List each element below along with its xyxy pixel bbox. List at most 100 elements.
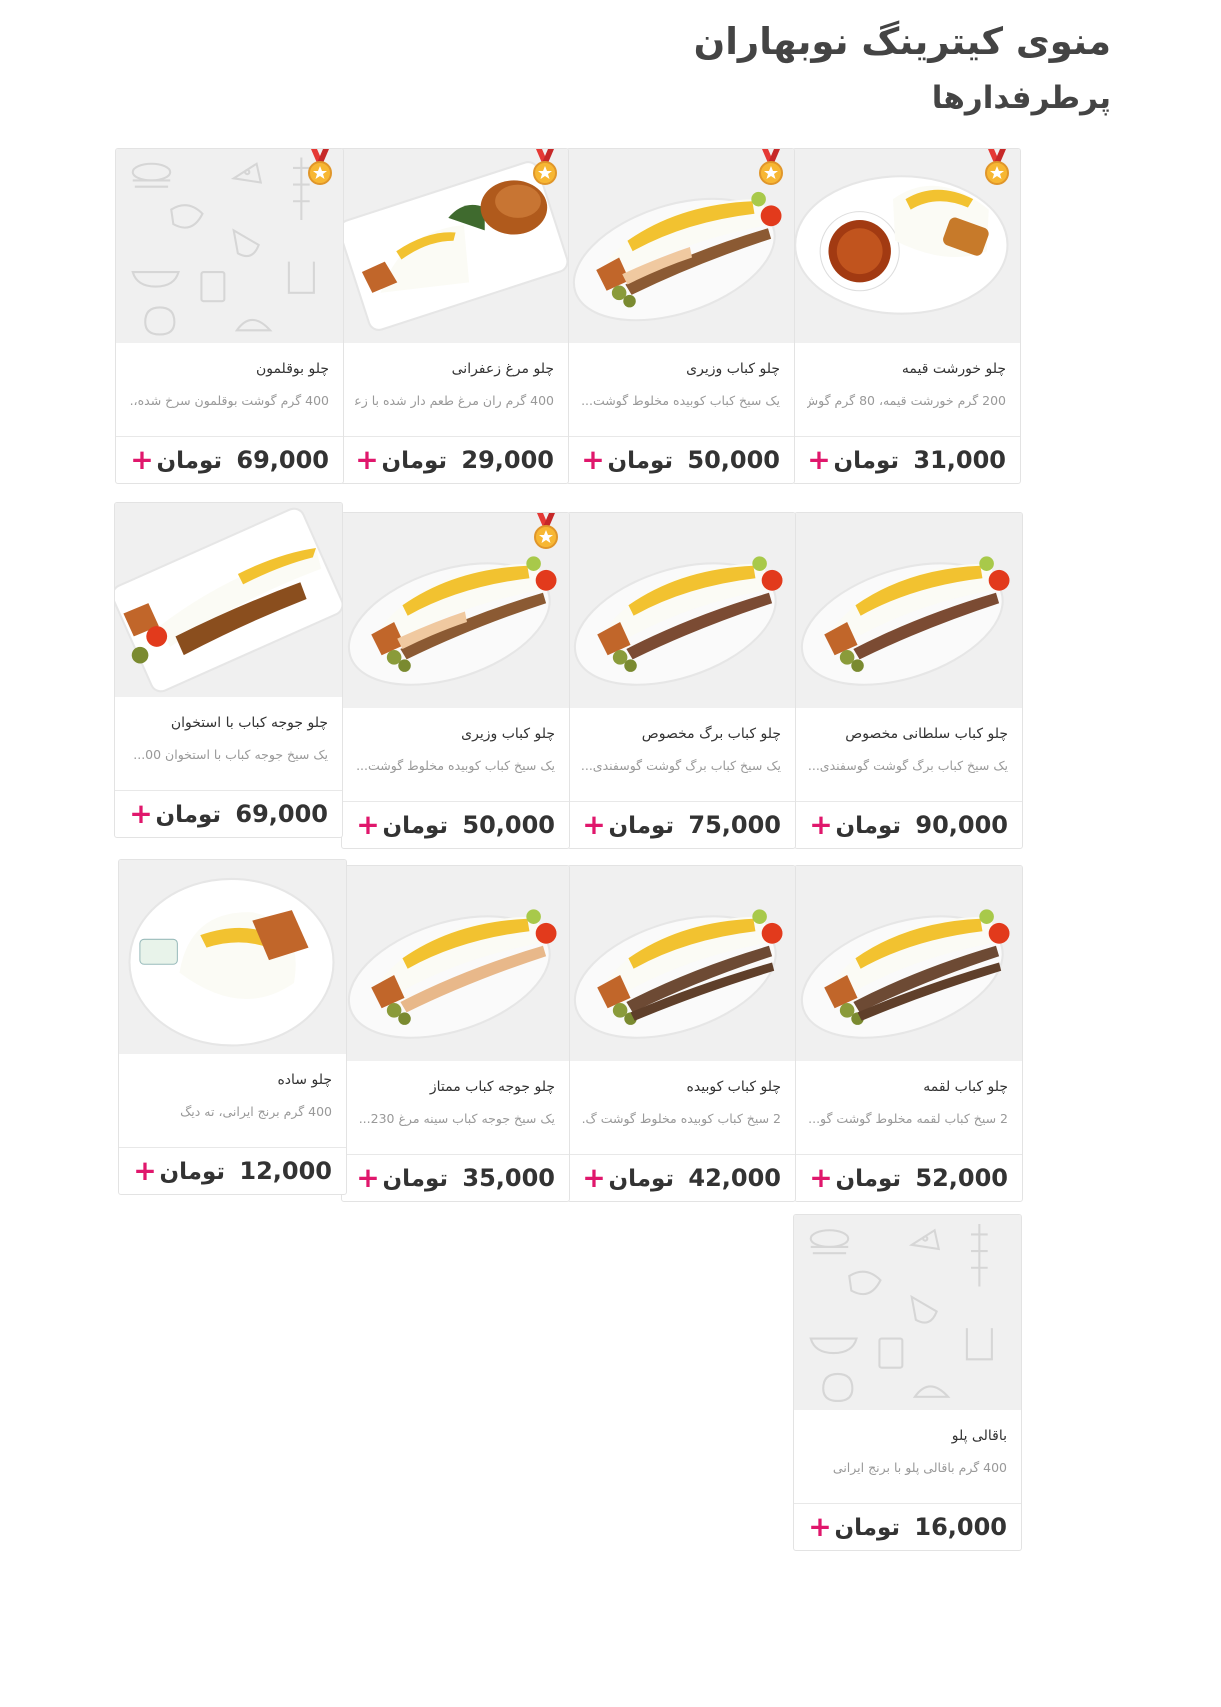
price-value: 52,000 xyxy=(915,1164,1008,1192)
price-currency: تومان xyxy=(382,813,449,839)
add-to-cart-button[interactable]: + xyxy=(130,446,154,474)
item-description: 2 سیخ کباب لقمه مخلوط گوشت گو... xyxy=(809,1111,1008,1126)
item-footer: 50,000 تومان + xyxy=(342,801,569,848)
add-to-cart-button[interactable]: + xyxy=(133,1157,157,1185)
menu-item-card[interactable]: چلو خورشت قیمه 200 گرم خورشت قیمه، 80 گر… xyxy=(792,148,1021,484)
food-image[interactable] xyxy=(115,503,342,697)
add-to-cart-button[interactable]: + xyxy=(809,1164,833,1192)
popular-medal-icon xyxy=(985,149,1009,185)
item-description: 400 گرم گوشت بوقلمون سرخ شده،... xyxy=(130,393,329,408)
item-description: یک سیخ کباب برگ گوشت گوسفندی... xyxy=(582,758,781,773)
item-info: باقالی پلو 400 گرم باقالی پلو با برنج ای… xyxy=(794,1410,1021,1503)
item-title: باقالی پلو xyxy=(951,1428,1007,1444)
food-image[interactable] xyxy=(795,513,1022,708)
item-title: چلو بوقلمون xyxy=(255,361,329,377)
chicken-kebab-illustration xyxy=(347,909,557,1039)
price-value: 75,000 xyxy=(688,811,781,839)
chicken-bone-kebab-illustration xyxy=(115,507,342,693)
price-value: 90,000 xyxy=(915,811,1008,839)
item-price: 31,000 تومان xyxy=(833,446,1006,474)
price-currency: تومان xyxy=(835,813,902,839)
item-price: 69,000 تومان xyxy=(156,446,329,474)
item-footer: 35,000 تومان + xyxy=(342,1154,569,1201)
add-to-cart-button[interactable]: + xyxy=(809,811,833,839)
price-value: 42,000 xyxy=(688,1164,781,1192)
food-image[interactable] xyxy=(794,1215,1021,1410)
menu-page: منوی کیترینگ نوبهاران پرطرفدارها چلو خور… xyxy=(0,0,1221,1707)
item-description: 400 گرم ران مرغ طعم دار شده با زعف... xyxy=(355,393,554,408)
item-price: 29,000 تومان xyxy=(381,446,554,474)
popular-medal-icon xyxy=(534,513,558,549)
item-description: یک سیخ جوجه کباب سینه مرغ 230... xyxy=(358,1111,555,1126)
item-title: چلو کباب لقمه xyxy=(923,1079,1008,1095)
item-price: 12,000 تومان xyxy=(159,1157,332,1185)
menu-item-card[interactable]: چلو کباب وزیری یک سیخ کباب کوبیده مخلوط … xyxy=(566,148,795,484)
item-footer: 50,000 تومان + xyxy=(567,436,794,483)
item-title: چلو کباب کوبیده xyxy=(686,1079,781,1095)
kebab-koobideh-illustration xyxy=(800,909,1010,1039)
food-image[interactable] xyxy=(567,149,794,343)
page-header: منوی کیترینگ نوبهاران پرطرفدارها xyxy=(694,18,1111,122)
menu-item-card[interactable]: چلو جوجه کباب با استخوان یک سیخ جوجه کبا… xyxy=(114,502,343,838)
item-info: چلو کباب وزیری یک سیخ کباب کوبیده مخلوط … xyxy=(567,343,794,436)
kebab-koobideh-illustration xyxy=(573,909,783,1039)
food-image[interactable] xyxy=(568,513,795,708)
add-to-cart-button[interactable]: + xyxy=(356,1164,380,1192)
item-description: یک سیخ کباب برگ گوشت گوسفندی... xyxy=(809,758,1008,773)
item-footer: 42,000 تومان + xyxy=(568,1154,795,1201)
food-image[interactable] xyxy=(342,866,569,1061)
menu-item-card[interactable]: چلو کباب کوبیده 2 سیخ کباب کوبیده مخلوط … xyxy=(567,865,796,1202)
add-to-cart-button[interactable]: + xyxy=(355,446,379,474)
food-image[interactable] xyxy=(568,866,795,1061)
menu-item-card[interactable]: چلو کباب لقمه 2 سیخ کباب لقمه مخلوط گوشت… xyxy=(794,865,1023,1202)
add-to-cart-button[interactable]: + xyxy=(581,446,605,474)
item-title: چلو کباب سلطانی مخصوص xyxy=(845,726,1008,742)
item-description: 2 سیخ کباب کوبیده مخلوط گوشت گ... xyxy=(582,1111,781,1126)
item-description: 400 گرم باقالی پلو با برنج ایرانی xyxy=(832,1460,1007,1475)
item-footer: 12,000 تومان + xyxy=(119,1147,346,1194)
add-to-cart-button[interactable]: + xyxy=(582,811,606,839)
item-footer: 90,000 تومان + xyxy=(795,801,1022,848)
item-info: چلو جوجه کباب ممتاز یک سیخ جوجه کباب سین… xyxy=(342,1061,569,1154)
price-currency: تومان xyxy=(159,1159,226,1185)
food-image[interactable] xyxy=(795,866,1022,1061)
item-footer: 16,000 تومان + xyxy=(794,1503,1021,1550)
food-image[interactable] xyxy=(119,860,346,1054)
menu-item-card[interactable]: چلو مرغ زعفرانی 400 گرم ران مرغ طعم دار … xyxy=(340,148,569,484)
menu-item-card[interactable]: چلو کباب برگ مخصوص یک سیخ کباب برگ گوشت … xyxy=(567,512,796,849)
add-to-cart-button[interactable]: + xyxy=(356,811,380,839)
item-info: چلو کباب برگ مخصوص یک سیخ کباب برگ گوشت … xyxy=(568,708,795,801)
food-image[interactable] xyxy=(342,513,569,708)
menu-item-card[interactable]: چلو جوجه کباب ممتاز یک سیخ جوجه کباب سین… xyxy=(341,865,570,1202)
price-value: 31,000 xyxy=(913,446,1006,474)
menu-item-card[interactable]: چلو بوقلمون 400 گرم گوشت بوقلمون سرخ شده… xyxy=(115,148,344,484)
add-to-cart-button[interactable]: + xyxy=(807,446,831,474)
item-price: 16,000 تومان xyxy=(834,1513,1007,1541)
add-to-cart-button[interactable]: + xyxy=(582,1164,606,1192)
item-info: چلو کباب کوبیده 2 سیخ کباب کوبیده مخلوط … xyxy=(568,1061,795,1154)
food-image[interactable] xyxy=(341,149,568,343)
item-description: 400 گرم برنج ایرانی، ته دیگ xyxy=(180,1104,332,1119)
price-value: 35,000 xyxy=(462,1164,555,1192)
add-to-cart-button[interactable]: + xyxy=(129,800,153,828)
plain-rice-illustration xyxy=(128,877,335,1047)
item-title: چلو کباب وزیری xyxy=(686,361,780,377)
menu-item-card[interactable]: چلو کباب وزیری یک سیخ کباب کوبیده مخلوط … xyxy=(341,512,570,849)
item-footer: 29,000 تومان + xyxy=(341,436,568,483)
popular-medal-icon xyxy=(759,149,783,185)
item-title: چلو جوجه کباب ممتاز xyxy=(429,1079,555,1095)
item-title: چلو جوجه کباب با استخوان xyxy=(170,715,328,731)
add-to-cart-button[interactable]: + xyxy=(808,1513,832,1541)
item-title: چلو کباب وزیری xyxy=(461,726,555,742)
price-value: 50,000 xyxy=(687,446,780,474)
price-currency: تومان xyxy=(608,813,675,839)
food-image[interactable] xyxy=(116,149,343,343)
item-price: 52,000 تومان xyxy=(835,1164,1008,1192)
menu-item-card[interactable]: باقالی پلو 400 گرم باقالی پلو با برنج ای… xyxy=(793,1214,1022,1551)
popular-medal-icon xyxy=(308,149,332,185)
food-image[interactable] xyxy=(793,149,1020,343)
menu-item-card[interactable]: چلو ساده 400 گرم برنج ایرانی، ته دیگ 12,… xyxy=(118,859,347,1195)
item-title: چلو ساده xyxy=(277,1072,332,1088)
menu-item-card[interactable]: چلو کباب سلطانی مخصوص یک سیخ کباب برگ گو… xyxy=(794,512,1023,849)
section-title: پرطرفدارها xyxy=(931,80,1111,116)
